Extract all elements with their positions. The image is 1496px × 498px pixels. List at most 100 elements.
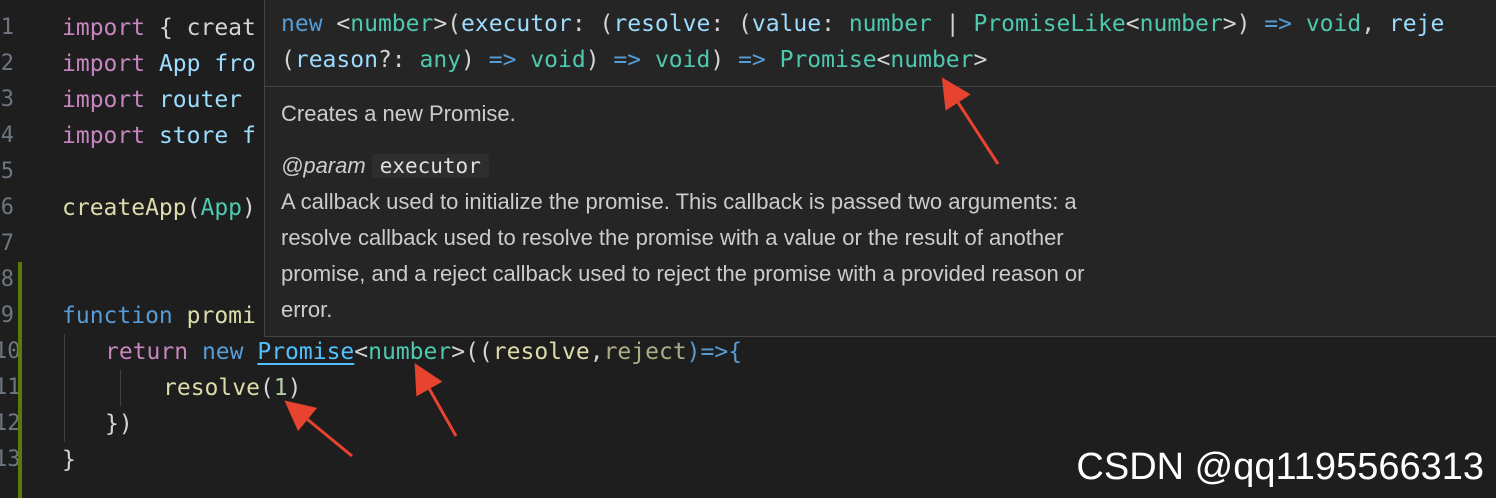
sig-token: Promise <box>765 47 877 73</box>
sig-token: : <box>821 11 849 37</box>
sig-token: void <box>1291 11 1362 37</box>
keyword: import <box>62 123 146 149</box>
sig-token: reje <box>1388 11 1445 37</box>
code-line-12[interactable]: }) <box>105 406 133 442</box>
keyword: new <box>188 339 258 365</box>
code-line-10[interactable]: return new Promise<number>((resolve,reje… <box>105 334 742 370</box>
git-modified-indicator[interactable] <box>18 262 22 498</box>
sig-token: number <box>350 11 434 37</box>
line-number: 3 <box>0 87 14 112</box>
line-number: 9 <box>0 303 14 328</box>
hover-divider <box>265 86 1496 87</box>
keyword: import <box>62 15 146 41</box>
code-text: { creat <box>145 15 256 41</box>
code-text: router <box>145 87 243 113</box>
line-number: 13 <box>0 447 21 472</box>
code-text: >(( <box>451 339 493 365</box>
line-number: 6 <box>0 195 14 220</box>
code-line-11[interactable]: resolve(1) <box>163 370 302 406</box>
promise-identifier-link[interactable]: Promise <box>257 339 354 365</box>
sig-token: => <box>1264 11 1292 37</box>
line-number: 12 <box>0 411 21 436</box>
keyword: import <box>62 51 146 77</box>
number-literal: 1 <box>273 375 288 401</box>
signature-line-2: (reason?: any) => void) => void) => Prom… <box>281 42 987 78</box>
sig-token: value <box>751 11 822 37</box>
code-text: }) <box>105 411 133 437</box>
code-text: ( <box>259 375 274 401</box>
code-text: < <box>354 339 369 365</box>
sig-token: any <box>419 47 462 73</box>
sig-token: void <box>641 47 711 73</box>
param-row: @param executor <box>281 148 489 184</box>
param-doc-line: error. <box>281 297 333 322</box>
sig-token: void <box>516 47 586 73</box>
line-number: 4 <box>0 123 14 148</box>
code-line-3[interactable]: import router <box>62 82 242 118</box>
code-text: } <box>62 447 76 473</box>
line-number: 10 <box>0 339 21 364</box>
sig-token: ) <box>461 47 489 73</box>
function-name: resolve <box>163 375 260 401</box>
sig-token: , <box>1361 11 1389 37</box>
code-text: )=>{ <box>686 339 743 365</box>
param-tag: @param <box>281 153 366 178</box>
sig-token: >( <box>433 11 462 37</box>
line-number: 7 <box>0 231 14 256</box>
code-text: ( <box>186 195 201 221</box>
sig-token: number <box>890 47 974 73</box>
sig-token: ) <box>585 47 614 73</box>
sig-token: PromiseLike <box>973 11 1126 37</box>
sig-token: resolve <box>613 11 711 37</box>
code-text: App <box>200 195 243 221</box>
line-number: 8 <box>0 267 14 292</box>
line-number: 11 <box>0 375 21 400</box>
sig-token: number <box>1139 11 1223 37</box>
sig-token: < <box>876 47 891 73</box>
code-line-9[interactable]: function promi <box>62 298 256 334</box>
code-line-6[interactable]: createApp(App) <box>62 190 256 226</box>
hover-description: Creates a new Promise. <box>281 101 516 126</box>
sig-token: new <box>281 11 337 37</box>
sig-token: >) <box>1222 11 1265 37</box>
param-doc-line: promise, and a reject callback used to r… <box>281 261 1085 286</box>
sig-token: | <box>931 11 974 37</box>
sig-token: number <box>848 11 932 37</box>
sig-token: => <box>613 47 642 73</box>
param-doc-line: A callback used to initialize the promis… <box>281 189 1077 214</box>
sig-token: : ( <box>710 11 752 37</box>
signature-line-1: new <number>(executor: (resolve: (value:… <box>281 6 1444 42</box>
sig-token: => <box>738 47 766 73</box>
keyword: return <box>105 339 189 365</box>
indent-guide <box>120 370 121 406</box>
param-name: resolve <box>492 339 590 365</box>
sig-token: => <box>488 47 517 73</box>
param-doc-line: resolve callback used to resolve the pro… <box>281 225 1064 250</box>
keyword: function <box>62 303 173 329</box>
code-text: ) <box>287 375 302 401</box>
sig-token: executor <box>461 11 572 37</box>
sig-token: : ( <box>571 11 614 37</box>
line-number: 1 <box>0 15 14 40</box>
code-text: , <box>589 339 604 365</box>
function-name: promi <box>172 303 256 329</box>
hover-tooltip[interactable]: new <number>(executor: (resolve: (value:… <box>264 0 1496 337</box>
line-number: 5 <box>0 159 14 184</box>
line-number: 2 <box>0 51 14 76</box>
indent-guide <box>64 334 65 442</box>
code-line-2[interactable]: import App fro <box>62 46 256 82</box>
sig-token: reason <box>294 47 378 73</box>
code-line-1[interactable]: import { creat <box>62 10 256 46</box>
keyword: import <box>62 87 146 113</box>
code-text: ) <box>242 195 256 221</box>
code-text: App fro <box>145 51 256 77</box>
sig-token: > <box>973 47 988 73</box>
sig-token: ) <box>710 47 739 73</box>
code-line-13[interactable]: } <box>62 442 76 478</box>
code-line-4[interactable]: import store f <box>62 118 256 154</box>
param-name: executor <box>371 154 489 178</box>
watermark: CSDN @qq1195566313 <box>1076 446 1484 488</box>
sig-token: < <box>336 11 351 37</box>
function-name: createApp <box>62 195 187 221</box>
param-name: reject <box>603 339 687 365</box>
